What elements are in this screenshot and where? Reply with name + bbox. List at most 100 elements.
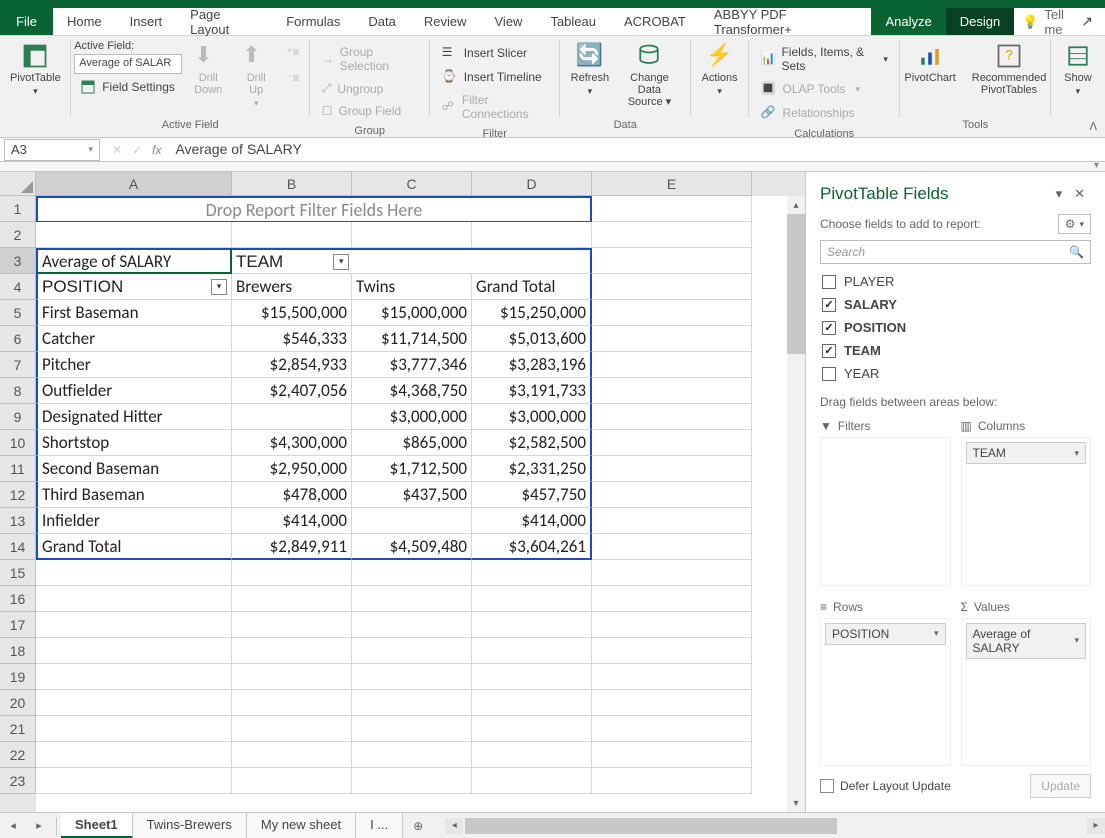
cell-D8[interactable]: $3,191,733 bbox=[472, 378, 592, 404]
columns-drop-area[interactable]: TEAM▾ bbox=[961, 437, 1092, 586]
formula-expand-button[interactable] bbox=[0, 162, 1105, 172]
row-4[interactable]: 4 bbox=[0, 274, 36, 300]
cell[interactable] bbox=[352, 664, 472, 690]
scroll-down-arrow[interactable]: ▾ bbox=[787, 794, 805, 812]
cell[interactable] bbox=[592, 352, 752, 378]
cell[interactable] bbox=[592, 404, 752, 430]
name-box[interactable]: A3 ▾ bbox=[4, 139, 100, 161]
actions-button[interactable]: ⚡ Actions ▾ bbox=[694, 38, 746, 101]
field-salary[interactable]: ✓SALARY bbox=[820, 293, 1091, 316]
cell[interactable] bbox=[592, 248, 752, 274]
cell[interactable] bbox=[472, 560, 592, 586]
row-12[interactable]: 12 bbox=[0, 482, 36, 508]
ribbon-collapse-button[interactable]: ᐱ bbox=[1089, 120, 1097, 133]
cell[interactable] bbox=[592, 378, 752, 404]
tab-tableau[interactable]: Tableau bbox=[536, 8, 610, 35]
cell[interactable] bbox=[352, 742, 472, 768]
cell-C11[interactable]: $1,712,500 bbox=[352, 456, 472, 482]
change-data-source-button[interactable]: Change DataSource ▾ bbox=[614, 38, 685, 112]
scroll-up-arrow[interactable]: ▴ bbox=[787, 196, 805, 214]
cell[interactable] bbox=[36, 664, 232, 690]
cell-C7[interactable]: $3,777,346 bbox=[352, 352, 472, 378]
col-D[interactable]: D bbox=[472, 172, 592, 196]
cell-D4[interactable]: Grand Total bbox=[472, 274, 592, 300]
tab-analyze[interactable]: Analyze bbox=[871, 8, 945, 35]
tab-nav-first[interactable]: ◂ bbox=[0, 814, 26, 838]
row-9[interactable]: 9 bbox=[0, 404, 36, 430]
row-5[interactable]: 5 bbox=[0, 300, 36, 326]
cell-D12[interactable]: $457,750 bbox=[472, 482, 592, 508]
cell[interactable] bbox=[36, 716, 232, 742]
tell-me[interactable]: 💡 Tell me bbox=[1014, 7, 1081, 37]
pivot-table-button[interactable]: PivotTable ▾ bbox=[2, 38, 69, 101]
hscroll-thumb[interactable] bbox=[465, 818, 837, 834]
cell-D11[interactable]: $2,331,250 bbox=[472, 456, 592, 482]
cell[interactable] bbox=[472, 222, 592, 248]
cell[interactable] bbox=[592, 638, 752, 664]
cell-D5[interactable]: $15,250,000 bbox=[472, 300, 592, 326]
row-6[interactable]: 6 bbox=[0, 326, 36, 352]
row-3[interactable]: 3 bbox=[0, 248, 36, 274]
cell-B14[interactable]: $2,849,911 bbox=[232, 534, 352, 560]
active-field-input[interactable]: Average of SALAR bbox=[74, 54, 182, 74]
cell[interactable] bbox=[592, 456, 752, 482]
row-20[interactable]: 20 bbox=[0, 690, 36, 716]
cell-B9[interactable] bbox=[232, 404, 352, 430]
cell-B7[interactable]: $2,854,933 bbox=[232, 352, 352, 378]
columns-chip-team[interactable]: TEAM▾ bbox=[966, 442, 1087, 464]
col-B[interactable]: B bbox=[232, 172, 352, 196]
recommended-pivot-button[interactable]: ? RecommendedPivotTables bbox=[964, 38, 1055, 100]
cell-C10[interactable]: $865,000 bbox=[352, 430, 472, 456]
select-all-corner[interactable] bbox=[0, 172, 36, 196]
tab-insert[interactable]: Insert bbox=[116, 8, 177, 35]
cell[interactable] bbox=[352, 560, 472, 586]
cell[interactable] bbox=[232, 612, 352, 638]
cell-C4[interactable]: Twins bbox=[352, 274, 472, 300]
cell-C8[interactable]: $4,368,750 bbox=[352, 378, 472, 404]
vertical-scrollbar[interactable]: ▴ ▾ bbox=[787, 196, 805, 812]
cell[interactable] bbox=[592, 690, 752, 716]
row-19[interactable]: 19 bbox=[0, 664, 36, 690]
cell[interactable] bbox=[36, 742, 232, 768]
team-dropdown-icon[interactable]: ▾ bbox=[333, 254, 349, 270]
checkbox[interactable] bbox=[822, 275, 836, 289]
tab-formulas[interactable]: Formulas bbox=[272, 8, 354, 35]
row-22[interactable]: 22 bbox=[0, 742, 36, 768]
cell-A9[interactable]: Designated Hitter bbox=[36, 404, 232, 430]
cell-D6[interactable]: $5,013,600 bbox=[472, 326, 592, 352]
enter-formula-icon[interactable]: ✓ bbox=[132, 143, 142, 157]
cell-B8[interactable]: $2,407,056 bbox=[232, 378, 352, 404]
cell[interactable] bbox=[232, 560, 352, 586]
cell-B4[interactable]: Brewers bbox=[232, 274, 352, 300]
cancel-formula-icon[interactable]: ✕ bbox=[112, 143, 122, 157]
cell[interactable] bbox=[592, 560, 752, 586]
fields-items-sets-button[interactable]: 📊Fields, Items, & Sets▾ bbox=[755, 42, 894, 76]
cell[interactable] bbox=[232, 742, 352, 768]
fx-icon[interactable]: fx bbox=[152, 143, 161, 157]
cell-C5[interactable]: $15,000,000 bbox=[352, 300, 472, 326]
tab-review[interactable]: Review bbox=[410, 8, 481, 35]
row-7[interactable]: 7 bbox=[0, 352, 36, 378]
cell-A4[interactable]: POSITION▾ bbox=[36, 274, 232, 300]
cell-A12[interactable]: Third Baseman bbox=[36, 482, 232, 508]
field-year[interactable]: YEAR bbox=[820, 362, 1091, 385]
cell[interactable] bbox=[36, 612, 232, 638]
cell[interactable] bbox=[36, 638, 232, 664]
sheet-tab-1[interactable]: Twins-Brewers bbox=[133, 813, 247, 838]
cell[interactable] bbox=[472, 586, 592, 612]
checkbox[interactable]: ✓ bbox=[822, 344, 836, 358]
cell-B10[interactable]: $4,300,000 bbox=[232, 430, 352, 456]
cell-A10[interactable]: Shortstop bbox=[36, 430, 232, 456]
cell[interactable] bbox=[36, 768, 232, 794]
col-C[interactable]: C bbox=[352, 172, 472, 196]
cell[interactable] bbox=[232, 222, 352, 248]
cell[interactable] bbox=[232, 664, 352, 690]
position-dropdown-icon[interactable]: ▾ bbox=[211, 279, 227, 295]
checkbox[interactable] bbox=[822, 367, 836, 381]
cell[interactable] bbox=[36, 690, 232, 716]
formula-bar[interactable]: Average of SALARY bbox=[169, 139, 1105, 161]
cell-C14[interactable]: $4,509,480 bbox=[352, 534, 472, 560]
tab-nav-next[interactable]: ▸ bbox=[26, 814, 52, 838]
tab-view[interactable]: View bbox=[481, 8, 537, 35]
row-2[interactable]: 2 bbox=[0, 222, 36, 248]
